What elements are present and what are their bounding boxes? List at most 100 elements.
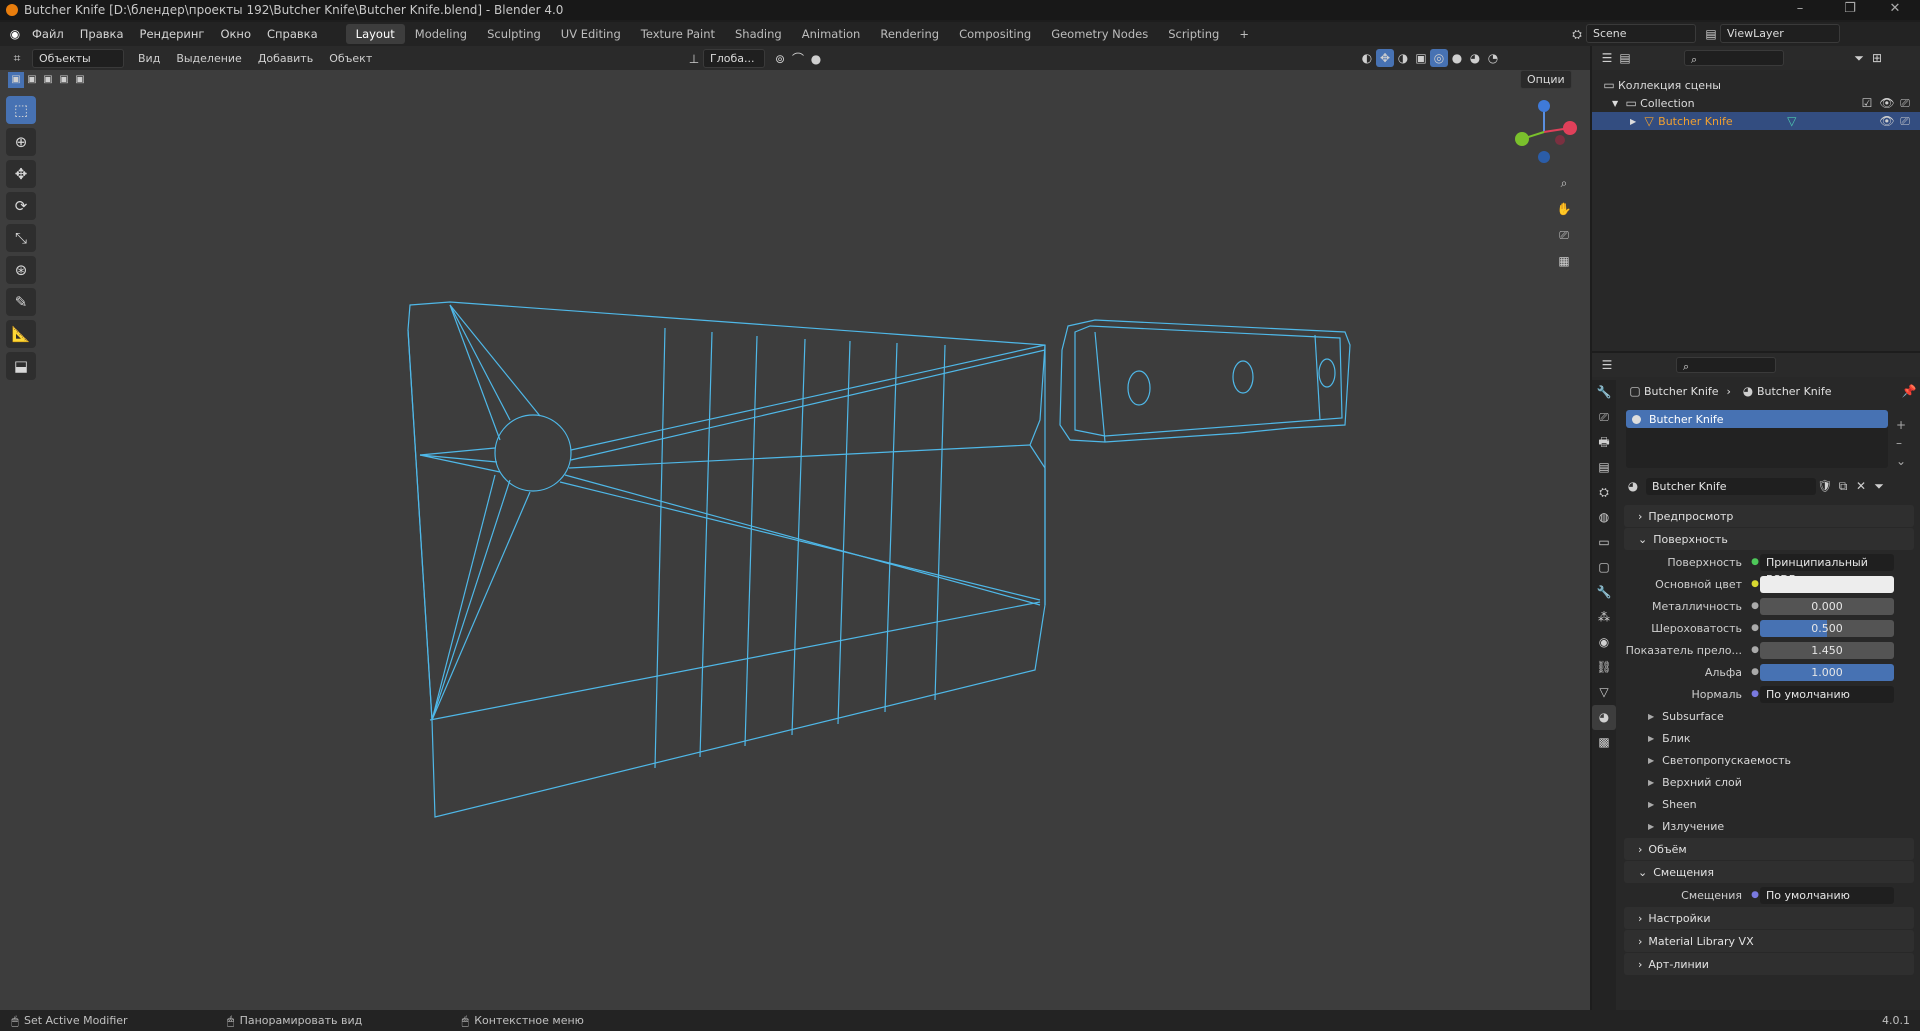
material-name-field[interactable]: Butcher Knife [1646, 477, 1816, 495]
menu-view[interactable]: Вид [130, 50, 168, 67]
texture-tab-icon[interactable]: ▩ [1592, 730, 1616, 755]
material-tab-icon[interactable]: ◕ [1592, 705, 1616, 730]
select-extend-icon[interactable]: ▣ [24, 72, 40, 88]
browse-material-icon[interactable]: ◕ [1624, 477, 1642, 495]
subpanel-transmission[interactable]: ▶ Светопропускаемость [1620, 749, 1918, 771]
roughness-slider[interactable]: 0.500 [1760, 619, 1894, 637]
subpanel-sheen[interactable]: ▶ Sheen [1620, 793, 1918, 815]
displacement-field[interactable]: По умолчанию [1760, 886, 1894, 904]
select-subtract-icon[interactable]: ▣ [40, 72, 56, 88]
close-icon[interactable]: ✕ [1875, 0, 1915, 20]
xray-icon[interactable]: ▣ [1412, 49, 1430, 67]
tool-tab-icon[interactable]: 🔧 [1592, 380, 1616, 405]
cursor-icon[interactable]: ⊕ [6, 128, 36, 156]
material-filter-icon[interactable]: ⏷ [1870, 477, 1888, 495]
subpanel-specular[interactable]: ▶ Блик [1620, 727, 1918, 749]
panel-material-library[interactable]: › Material Library VX [1624, 930, 1914, 952]
world-tab-icon[interactable]: ◍ [1592, 505, 1616, 530]
subpanel-coat[interactable]: ▶ Верхний слой [1620, 771, 1918, 793]
options-dropdown[interactable]: Опции [1520, 70, 1572, 89]
measure-icon[interactable]: 📐 [6, 320, 36, 348]
particles-tab-icon[interactable]: ⁂ [1592, 605, 1616, 630]
surface-shader-field[interactable]: Принципиальный BSDF [1760, 553, 1894, 586]
subpanel-subsurface[interactable]: ▶ Subsurface [1620, 705, 1918, 727]
constraints-tab-icon[interactable]: ⛓ [1592, 655, 1616, 680]
tab-layout[interactable]: Layout [345, 24, 405, 44]
expand-icon[interactable]: ▼ [1612, 99, 1618, 108]
panel-preview[interactable]: › Предпросмотр [1624, 505, 1914, 527]
display-mode-icon[interactable]: ▤ [1616, 49, 1634, 67]
expand-icon[interactable]: ▶ [1630, 117, 1636, 126]
tab-modeling[interactable]: Modeling [405, 24, 477, 44]
select-intersect-icon[interactable]: ▣ [72, 72, 88, 88]
menu-file[interactable]: Файл [24, 27, 72, 41]
alpha-slider[interactable]: 1.000 [1760, 663, 1894, 681]
output-tab-icon[interactable]: 🖶 [1592, 430, 1616, 455]
panel-surface[interactable]: ⌄ Поверхность [1624, 528, 1914, 550]
panel-lineart[interactable]: › Арт-линии [1624, 953, 1914, 975]
solid-shading-icon[interactable]: ● [1448, 49, 1466, 67]
view-layer-icon[interactable]: ▤ [1702, 25, 1720, 43]
properties-search-input[interactable]: ⌕ [1676, 357, 1776, 373]
proportional-edit-icon[interactable]: ● [807, 50, 825, 68]
pin-icon[interactable]: 📌 [1900, 382, 1918, 400]
metallic-field[interactable]: 0.000 [1760, 597, 1894, 615]
rendered-shading-icon[interactable]: ◔ [1484, 49, 1502, 67]
overlay-icon[interactable]: ◑ [1394, 49, 1412, 67]
3d-viewport[interactable]: ⌕ ✋ ⎚ ▦ Опции [0, 70, 1590, 1010]
menu-object[interactable]: Объект [321, 50, 380, 67]
slot-menu-icon[interactable]: ⌄ [1896, 452, 1906, 470]
wireframe-shading-icon[interactable]: ◎ [1430, 49, 1448, 67]
new-collection-icon[interactable]: ⊞ [1868, 49, 1886, 67]
menu-render[interactable]: Рендеринг [132, 27, 213, 41]
scene-collection-row[interactable]: ▭ Коллекция сцены [1592, 76, 1920, 94]
select-new-icon[interactable]: ▣ [8, 72, 24, 88]
menu-window[interactable]: Окно [212, 27, 259, 41]
maximize-icon[interactable]: ❐ [1830, 0, 1870, 20]
transform-icon[interactable]: ⊛ [6, 256, 36, 284]
outliner-editor-icon[interactable]: ☰ [1598, 49, 1616, 67]
camera-icon[interactable]: ⎚ [1555, 226, 1573, 244]
mesh-data-icon[interactable]: ▽ [1783, 112, 1801, 130]
scene-tab-icon[interactable]: ⛭ [1592, 480, 1616, 505]
select-invert-icon[interactable]: ▣ [56, 72, 72, 88]
render-tab-icon[interactable]: ⎚ [1592, 405, 1616, 430]
editor-type-icon[interactable]: ⌗ [8, 49, 26, 67]
scale-icon[interactable]: ⤡ [6, 224, 36, 252]
unlink-material-icon[interactable]: ✕ [1852, 477, 1870, 495]
pan-hand-icon[interactable]: ✋ [1555, 200, 1573, 218]
menu-select[interactable]: Выделение [168, 50, 250, 67]
collection-tab-icon[interactable]: ▭ [1592, 530, 1616, 555]
collection-row[interactable]: ▼ ▭ Collection ☑ 👁 ⎚ [1592, 94, 1920, 112]
transform-orientation-selector[interactable]: Глоба... [703, 49, 765, 68]
panel-settings[interactable]: › Настройки [1624, 907, 1914, 929]
ior-field[interactable]: 1.450 [1760, 641, 1894, 659]
eye-icon[interactable]: 👁 [1878, 112, 1896, 130]
move-icon[interactable]: ✥ [6, 160, 36, 188]
object-tab-icon[interactable]: ▢ [1592, 555, 1616, 580]
render-camera-icon[interactable]: ⎚ [1896, 94, 1914, 112]
eye-icon[interactable]: 👁 [1878, 94, 1896, 112]
add-cube-icon[interactable]: ⬓ [6, 352, 36, 380]
panel-volume[interactable]: › Объём [1624, 838, 1914, 860]
tab-compositing[interactable]: Compositing [949, 24, 1041, 44]
zoom-icon[interactable]: ⌕ [1555, 174, 1573, 192]
minimize-icon[interactable]: – [1780, 0, 1820, 20]
blender-menu-icon[interactable]: ◉ [6, 25, 24, 43]
visibility-icon[interactable]: ◐ [1358, 49, 1376, 67]
menu-help[interactable]: Справка [259, 27, 326, 41]
physics-tab-icon[interactable]: ◉ [1592, 630, 1616, 655]
fake-user-icon[interactable]: 🛡 [1816, 477, 1834, 495]
data-tab-icon[interactable]: ▽ [1592, 680, 1616, 705]
material-shading-icon[interactable]: ◕ [1466, 49, 1484, 67]
duplicate-material-icon[interactable]: ⧉ [1834, 477, 1852, 495]
menu-add[interactable]: Добавить [250, 50, 321, 67]
tab-sculpting[interactable]: Sculpting [477, 24, 551, 44]
view-layer-tab-icon[interactable]: ▤ [1592, 455, 1616, 480]
add-slot-icon[interactable]: + [1896, 416, 1906, 434]
pivot-icon[interactable]: ⊚ [771, 50, 789, 68]
menu-edit[interactable]: Правка [72, 27, 132, 41]
object-row[interactable]: ▶ ▽ Butcher Knife ▽ 👁 ⎚ [1592, 112, 1920, 130]
snap-icon[interactable]: ⌒ [789, 50, 807, 68]
view-layer-selector[interactable]: ViewLayer [1720, 24, 1840, 43]
